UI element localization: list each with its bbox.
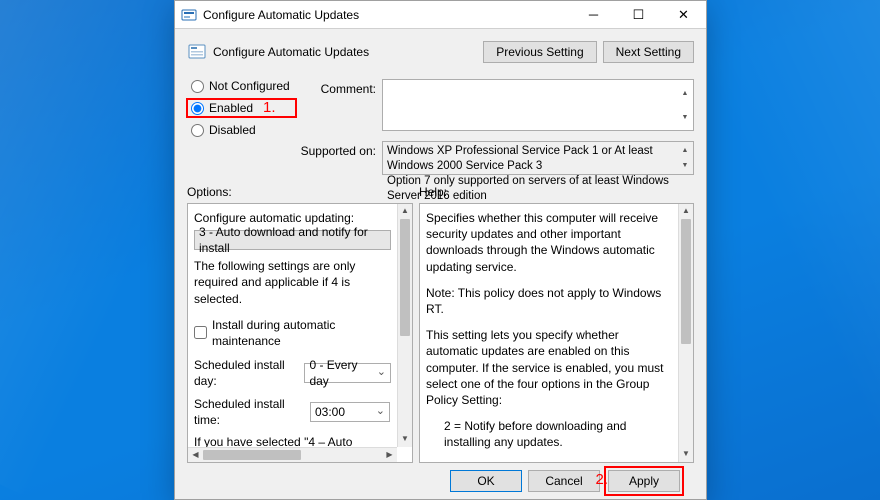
comment-textarea[interactable]: ▲▼: [382, 79, 694, 131]
annotation-1: 1.: [263, 99, 276, 116]
comment-label: Comment:: [300, 79, 376, 131]
dialog-window: Configure Automatic Updates ─ ☐ ✕ Config…: [174, 0, 707, 500]
options-vscrollbar[interactable]: ▲ ▼: [397, 204, 412, 447]
header-row: Configure Automatic Updates Previous Set…: [187, 37, 694, 67]
help-pane-content: Specifies whether this computer will rec…: [420, 204, 678, 462]
ok-button[interactable]: OK: [450, 470, 522, 492]
scroll-track[interactable]: [679, 219, 693, 447]
comment-scrollbar[interactable]: ▲▼: [678, 81, 692, 129]
radio-not-configured[interactable]: Not Configured: [191, 79, 292, 93]
supported-label: Supported on:: [300, 141, 376, 175]
supported-scrollbar[interactable]: ▲▼: [678, 143, 692, 173]
apply-button[interactable]: Apply: [608, 470, 680, 492]
scheduled-day-label: Scheduled install day:: [194, 357, 298, 389]
radio-not-configured-input[interactable]: [191, 80, 204, 93]
options-pane: Configure automatic updating: 3 - Auto d…: [187, 203, 413, 463]
help-p5: When Windows finds updates that apply to…: [426, 460, 672, 462]
header-title: Configure Automatic Updates: [213, 45, 369, 59]
supported-line-1: Windows XP Professional Service Pack 1 o…: [387, 145, 653, 172]
scroll-up-icon[interactable]: ▲: [679, 204, 693, 219]
help-p1: Specifies whether this computer will rec…: [426, 210, 672, 275]
options-hscrollbar[interactable]: ◀ ▶: [188, 447, 397, 462]
help-p3: This setting lets you specify whether au…: [426, 327, 672, 408]
configure-updating-combo[interactable]: 3 - Auto download and notify for install: [194, 230, 391, 250]
help-p4: 2 = Notify before downloading and instal…: [426, 418, 672, 450]
cancel-button[interactable]: Cancel: [528, 470, 600, 492]
state-radio-group: Not Configured Enabled 1. Disabled: [187, 79, 292, 175]
scheduled-time-label: Scheduled install time:: [194, 396, 304, 428]
next-setting-button[interactable]: Next Setting: [603, 41, 694, 63]
options-note: The following settings are only required…: [194, 258, 391, 307]
policy-icon: [187, 42, 207, 62]
radio-label: Enabled: [209, 101, 253, 115]
combo-value: 3 - Auto download and notify for install: [199, 224, 386, 256]
minimize-button[interactable]: ─: [571, 1, 616, 29]
previous-setting-button[interactable]: Previous Setting: [483, 41, 596, 63]
titlebar[interactable]: Configure Automatic Updates ─ ☐ ✕: [175, 1, 706, 29]
options-label: Options:: [187, 185, 419, 199]
scroll-thumb[interactable]: [681, 219, 691, 344]
help-vscrollbar[interactable]: ▲ ▼: [678, 204, 693, 462]
radio-label: Disabled: [209, 123, 256, 137]
help-pane: Specifies whether this computer will rec…: [419, 203, 694, 463]
options-para-4: If you have selected "4 – Auto download …: [194, 434, 391, 447]
checkbox-label: Install during automatic maintenance: [212, 317, 391, 349]
annotation-2: 2.: [595, 471, 608, 488]
comment-row: Comment: ▲▼: [300, 79, 694, 131]
options-pane-content: Configure automatic updating: 3 - Auto d…: [188, 204, 397, 447]
combo-value: 03:00: [315, 404, 345, 420]
radio-label: Not Configured: [209, 79, 290, 93]
panes: Configure automatic updating: 3 - Auto d…: [187, 203, 694, 463]
supported-text: Windows XP Professional Service Pack 1 o…: [382, 141, 694, 175]
dialog-content: Configure Automatic Updates Previous Set…: [175, 29, 706, 499]
field-column: Comment: ▲▼ Supported on: Windows XP Pro…: [300, 79, 694, 175]
scroll-right-icon[interactable]: ▶: [382, 448, 397, 462]
dialog-footer: OK Cancel 2. Apply: [187, 463, 694, 499]
install-maintenance-input[interactable]: [194, 326, 207, 339]
radio-enabled[interactable]: Enabled: [186, 98, 297, 118]
help-p2: Note: This policy does not apply to Wind…: [426, 285, 672, 317]
scroll-track[interactable]: [398, 219, 412, 432]
combo-value: 0 - Every day: [309, 357, 374, 389]
scroll-thumb[interactable]: [203, 450, 301, 460]
gpo-icon: [181, 7, 197, 23]
scroll-left-icon[interactable]: ◀: [188, 448, 203, 462]
close-button[interactable]: ✕: [661, 1, 706, 29]
scroll-track[interactable]: [203, 448, 382, 462]
scheduled-time-combo[interactable]: 03:00: [310, 402, 390, 422]
radio-enabled-input[interactable]: [191, 102, 204, 115]
scroll-down-icon[interactable]: ▼: [398, 432, 412, 447]
scheduled-time-row: Scheduled install time: 03:00: [194, 396, 391, 428]
window-title: Configure Automatic Updates: [203, 8, 359, 22]
scroll-thumb[interactable]: [400, 219, 410, 336]
supported-row: Supported on: Windows XP Professional Se…: [300, 141, 694, 175]
apply-highlight: Apply: [604, 466, 684, 496]
install-maintenance-checkbox[interactable]: Install during automatic maintenance: [194, 317, 391, 349]
radio-disabled-input[interactable]: [191, 124, 204, 137]
scheduled-day-row: Scheduled install day: 0 - Every day: [194, 357, 391, 389]
radio-disabled[interactable]: Disabled: [191, 123, 292, 137]
scheduled-day-combo[interactable]: 0 - Every day: [304, 363, 391, 383]
scroll-up-icon[interactable]: ▲: [398, 204, 412, 219]
maximize-button[interactable]: ☐: [616, 1, 661, 29]
state-and-fields: Not Configured Enabled 1. Disabled Comme…: [187, 79, 694, 175]
scroll-down-icon[interactable]: ▼: [679, 447, 693, 462]
